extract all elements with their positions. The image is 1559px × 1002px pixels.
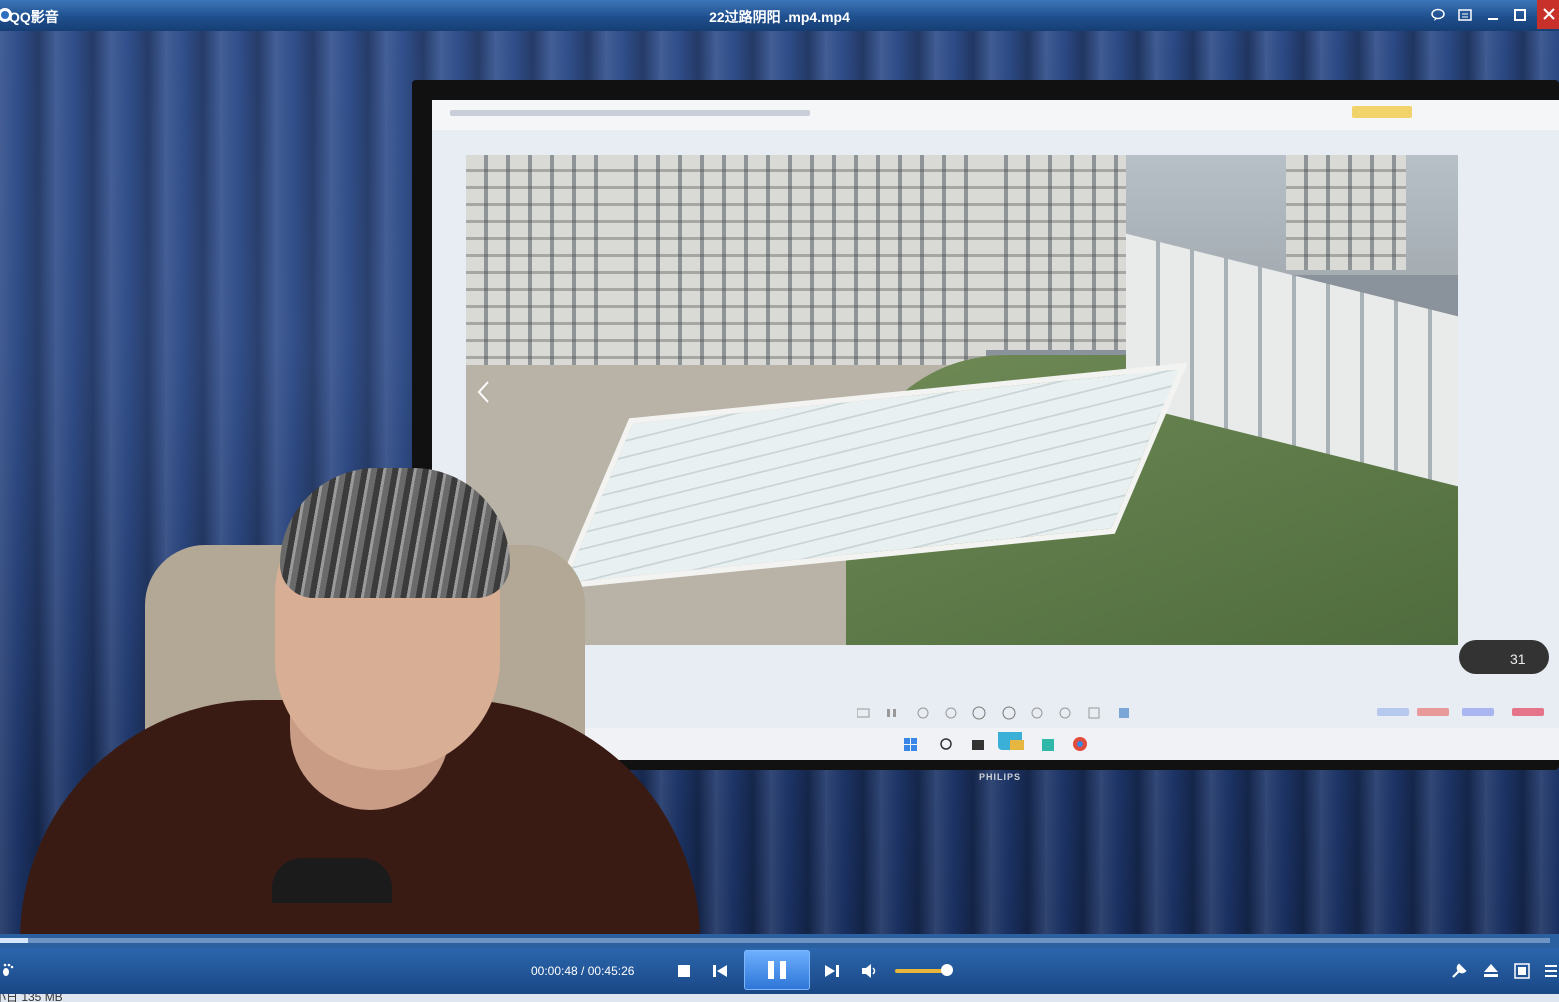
viewer-toolbar bbox=[857, 706, 1129, 720]
back-arrow-icon bbox=[474, 377, 494, 407]
playlist-icon[interactable] bbox=[1456, 6, 1474, 24]
next-icon[interactable] bbox=[824, 963, 840, 979]
pause-button[interactable] bbox=[744, 950, 810, 990]
close-button[interactable] bbox=[1537, 0, 1559, 29]
aerial-photo bbox=[466, 155, 1458, 645]
maximize-icon[interactable] bbox=[1511, 6, 1529, 24]
volume-slider-handle[interactable] bbox=[941, 964, 953, 976]
wrench-icon[interactable] bbox=[1450, 962, 1468, 980]
monitor-brand: PHILIPS bbox=[979, 772, 1022, 782]
current-time: 00:00:48 bbox=[531, 964, 578, 978]
title-bar[interactable]: QQ影音 22过路阴阳 .mp4.mp4 bbox=[0, 0, 1559, 32]
stop-icon[interactable] bbox=[677, 964, 691, 978]
chat-icon[interactable] bbox=[1429, 6, 1447, 24]
viewer-zoom-level: 31 bbox=[1510, 651, 1526, 667]
control-bar: 00:00:48 / 00:45:26 bbox=[0, 948, 1559, 994]
seek-bar[interactable] bbox=[0, 934, 1559, 948]
minimize-icon[interactable] bbox=[1484, 6, 1502, 24]
volume-icon[interactable] bbox=[861, 963, 879, 979]
previous-icon[interactable] bbox=[712, 963, 728, 979]
window-mode-icon[interactable] bbox=[1513, 962, 1531, 980]
pause-icon bbox=[768, 961, 786, 979]
eject-icon[interactable] bbox=[1482, 962, 1500, 980]
playback-time: 00:00:48 / 00:45:26 bbox=[531, 964, 635, 978]
window-title: 22过路阴阳 .mp4.mp4 bbox=[709, 9, 850, 25]
close-icon bbox=[1543, 8, 1555, 20]
status-text: 小日 135 MB bbox=[0, 994, 63, 1002]
seek-bar-played bbox=[0, 938, 28, 943]
status-bar: 小日 135 MB bbox=[0, 994, 1559, 1002]
monitor-screen: 31 bbox=[432, 100, 1559, 760]
microphone bbox=[272, 858, 392, 903]
total-time: 00:45:26 bbox=[587, 964, 635, 978]
volume-slider[interactable] bbox=[895, 969, 947, 973]
list-icon[interactable] bbox=[1544, 962, 1558, 980]
footprint-icon[interactable] bbox=[0, 962, 16, 978]
